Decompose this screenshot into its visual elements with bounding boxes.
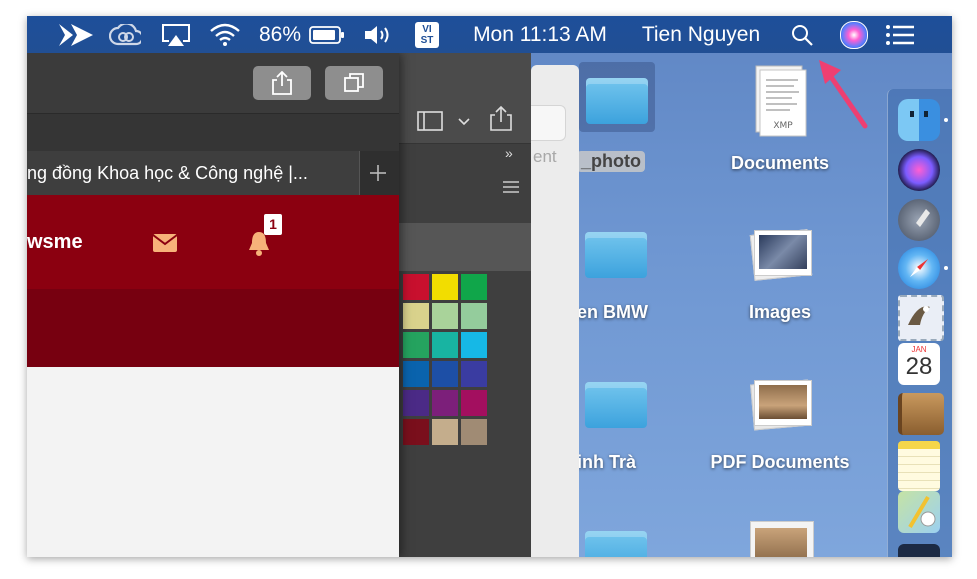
folder-icon [585, 531, 647, 557]
share-button[interactable] [253, 66, 311, 100]
list-menu-icon[interactable] [503, 181, 519, 193]
sidebar-toggle-icon[interactable] [417, 111, 443, 131]
tabs-overview-icon [344, 73, 364, 92]
input-source-bottom: ST [420, 34, 434, 46]
share-icon[interactable] [489, 105, 513, 131]
site-name[interactable]: wsme [27, 231, 83, 254]
input-source-icon[interactable]: VI ST [413, 16, 441, 53]
running-indicator [944, 118, 948, 122]
svg-text:XMP: XMP [773, 121, 793, 131]
menu-bar: 86% VI ST Mon 11:13 AM Tien Nguyen [27, 16, 952, 53]
share-icon [272, 71, 292, 95]
chevron-down-icon[interactable] [458, 118, 470, 126]
siri-icon[interactable] [898, 149, 940, 191]
battery-icon[interactable] [307, 16, 347, 53]
photo-stack-icon [749, 228, 813, 281]
spotlight-search-icon[interactable] [787, 16, 817, 53]
panel-header-band [399, 223, 531, 271]
mail-icon[interactable] [152, 233, 178, 253]
tab-bar: ng đồng Khoa học & Công nghệ |... [27, 151, 399, 195]
safari-icon[interactable] [898, 247, 940, 289]
color-swatch[interactable] [432, 419, 458, 445]
desktop-item-label: PDF Documents [710, 452, 850, 472]
color-swatch[interactable] [432, 274, 458, 300]
color-swatch[interactable] [432, 303, 458, 329]
site-subheader [27, 289, 399, 367]
xmp-file-icon: XMP [755, 65, 807, 137]
desktop-item-label: inh Trà [577, 452, 637, 472]
finder-icon[interactable] [898, 99, 940, 141]
desktop-screen: _photo XMP Documents en BMW Images inh T… [27, 16, 952, 557]
new-tab-plus-icon[interactable] [369, 164, 387, 182]
color-swatch[interactable] [403, 274, 429, 300]
color-swatch[interactable] [403, 419, 429, 445]
notes-icon[interactable] [898, 441, 940, 491]
browser-window: ng đồng Khoa học & Công nghệ |... wsme 1 [27, 53, 399, 557]
folder-icon [585, 232, 647, 278]
color-swatch[interactable] [403, 332, 429, 358]
app-arrow-icon[interactable] [57, 16, 95, 53]
color-swatch[interactable] [461, 390, 487, 416]
annotation-arrow-icon [819, 60, 868, 129]
color-swatch[interactable] [461, 361, 487, 387]
photo-stack-icon [750, 378, 812, 431]
siri-menu-icon[interactable] [837, 16, 871, 53]
desktop-item-label: Images [748, 302, 812, 322]
hint-text: ent [533, 147, 557, 166]
color-swatch-panel: » [399, 53, 531, 557]
folder-icon [585, 382, 647, 428]
color-swatch[interactable] [461, 274, 487, 300]
mail-stamp-icon[interactable] [898, 295, 944, 341]
battery-percent[interactable]: 86% [255, 16, 305, 53]
calendar-icon[interactable]: JAN 28 [898, 343, 940, 385]
desktop-item-label: en BMW [577, 302, 648, 322]
running-indicator [944, 266, 948, 270]
contacts-icon[interactable] [898, 393, 944, 435]
user-name[interactable]: Tien Nguyen [631, 16, 771, 53]
color-swatch[interactable] [403, 361, 429, 387]
color-swatch[interactable] [432, 361, 458, 387]
creative-cloud-icon[interactable] [107, 16, 143, 53]
notification-center-icon[interactable] [883, 16, 917, 53]
desktop-item-label: Documents [730, 153, 829, 173]
color-swatch[interactable] [432, 390, 458, 416]
airplay-icon[interactable] [159, 16, 193, 53]
bookmarks-bar [27, 113, 399, 152]
color-swatch[interactable] [461, 419, 487, 445]
wifi-icon[interactable] [207, 16, 243, 53]
panel-toolbar [399, 53, 531, 144]
launchpad-icon[interactable] [898, 199, 940, 241]
desktop-item-partial[interactable] [750, 521, 814, 557]
color-swatch[interactable] [461, 303, 487, 329]
input-source-top: VI [422, 23, 432, 35]
color-swatch[interactable] [432, 332, 458, 358]
clock[interactable]: Mon 11:13 AM [465, 16, 615, 53]
show-tabs-button[interactable] [325, 66, 383, 100]
background-window: ent [525, 65, 579, 557]
dock: JAN 28 [887, 89, 952, 557]
color-swatch[interactable] [461, 332, 487, 358]
search-field-edge [525, 105, 566, 141]
calendar-day: 28 [905, 353, 933, 380]
maps-icon[interactable] [898, 491, 940, 533]
panel-overflow-button[interactable]: » [505, 145, 513, 161]
site-header: wsme 1 [27, 195, 399, 289]
dock-app-partial-icon[interactable] [898, 544, 940, 557]
volume-icon[interactable] [361, 16, 395, 53]
folder-icon [579, 62, 655, 132]
color-swatch[interactable] [403, 303, 429, 329]
browser-toolbar [27, 53, 399, 113]
notification-badge: 1 [264, 214, 282, 235]
color-swatch[interactable] [403, 390, 429, 416]
desktop-item-label: _photo [577, 151, 645, 172]
tab-active[interactable]: ng đồng Khoa học & Công nghệ |... [27, 151, 360, 195]
